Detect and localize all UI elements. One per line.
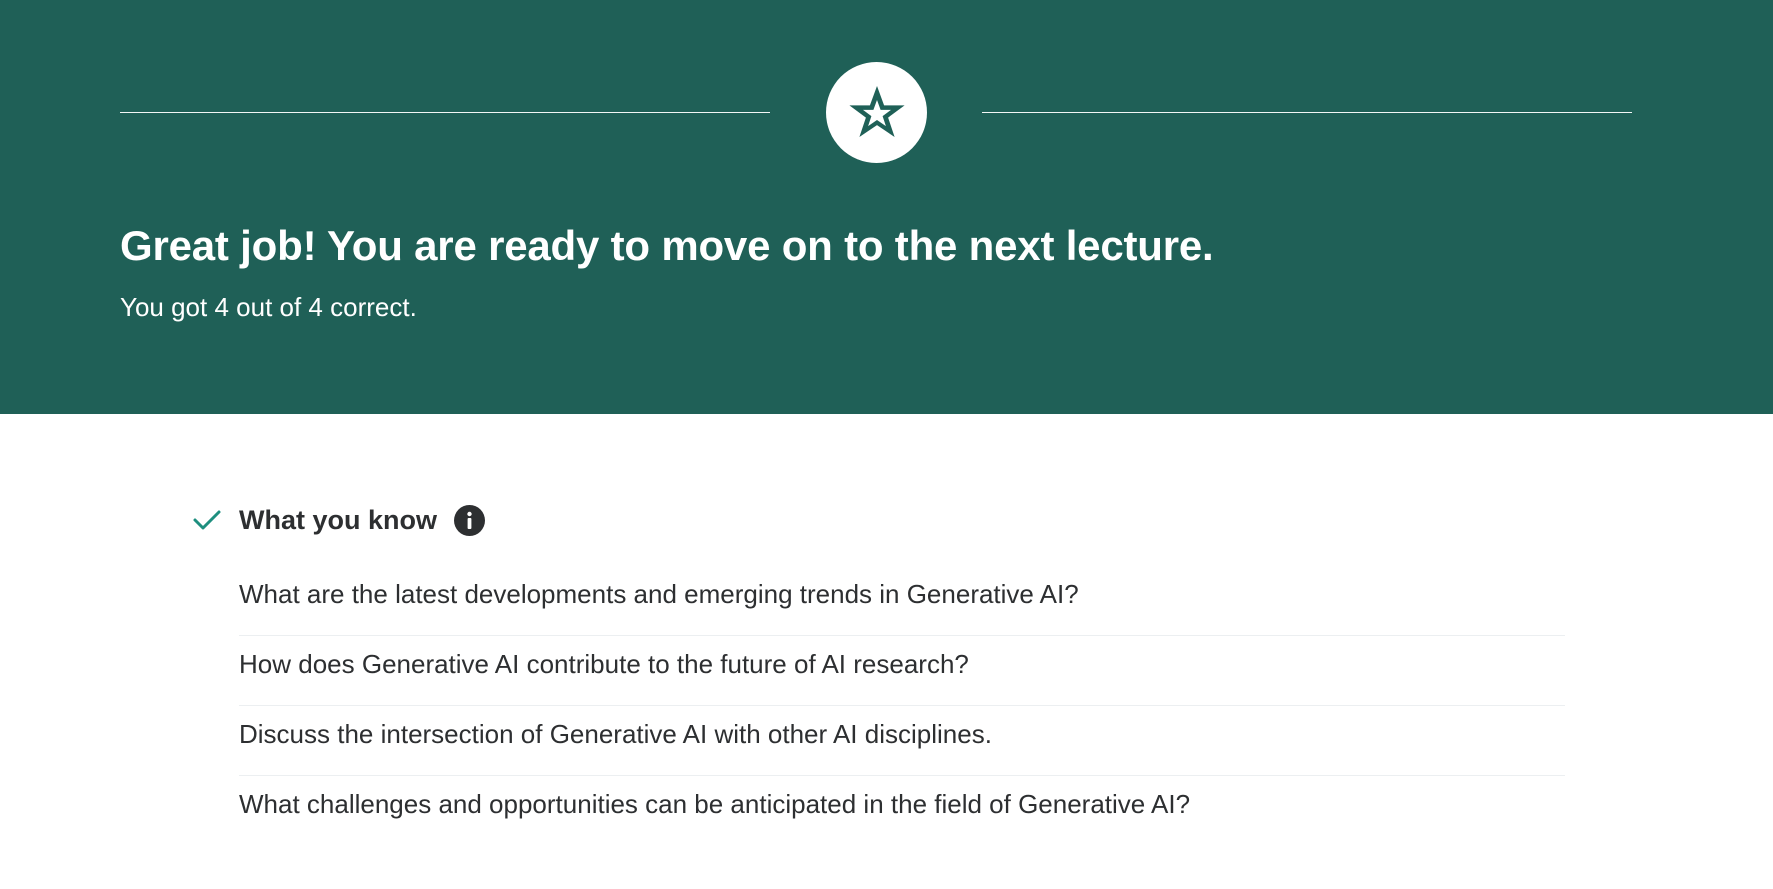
score-text: You got 4 out of 4 correct.	[120, 292, 417, 322]
section-title: What you know	[239, 504, 437, 535]
info-icon[interactable]	[454, 504, 485, 536]
results-headline: Great job! You are ready to move on to t…	[120, 222, 1214, 269]
checkmark-icon	[192, 508, 222, 532]
known-topics-list: What are the latest developments and eme…	[239, 566, 1565, 845]
results-banner: Great job! You are ready to move on to t…	[0, 0, 1773, 414]
banner-divider-left	[120, 112, 770, 113]
what-you-know-header: What you know	[192, 500, 485, 540]
topic-item: What are the latest developments and eme…	[239, 566, 1565, 636]
topic-item: How does Generative AI contribute to the…	[239, 636, 1565, 706]
banner-divider-right	[982, 112, 1632, 113]
star-icon	[845, 81, 909, 145]
topic-item: What challenges and opportunities can be…	[239, 789, 1191, 819]
star-badge	[826, 62, 927, 163]
topic-item: Discuss the intersection of Generative A…	[239, 706, 1565, 776]
